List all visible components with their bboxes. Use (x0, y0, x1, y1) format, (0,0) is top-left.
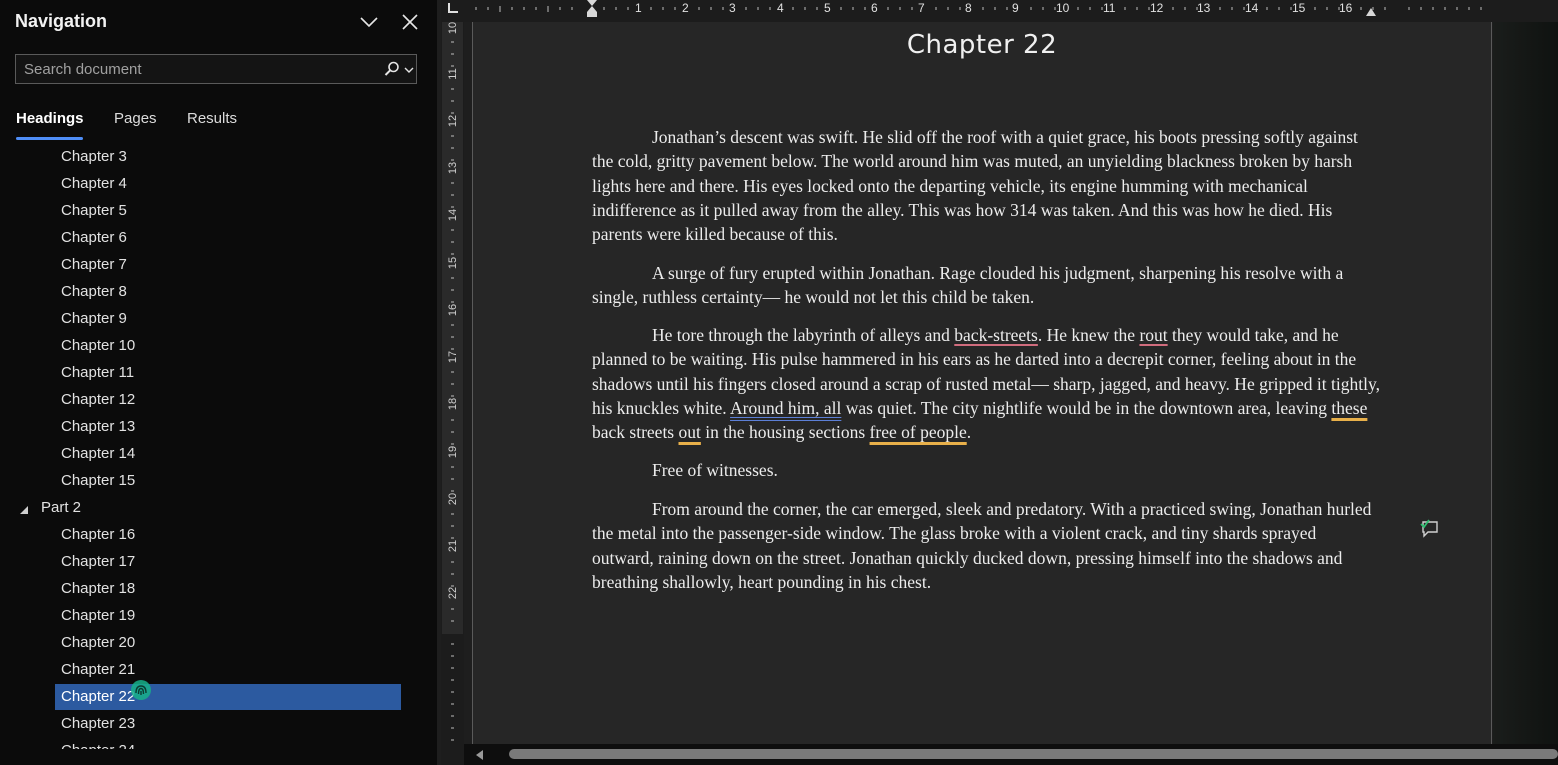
ruler-number: 10 (447, 21, 459, 35)
chapter-heading[interactable]: Chapter 22 (472, 30, 1492, 60)
comment-icon[interactable] (1419, 518, 1441, 538)
close-icon[interactable] (399, 11, 421, 33)
search-options-chevron-icon[interactable] (402, 60, 416, 78)
scrollbar-thumb[interactable] (509, 749, 1558, 759)
paragraph[interactable]: Jonathan’s descent was swift. He slid of… (592, 125, 1382, 246)
ruler-number: 17 (447, 350, 459, 364)
search-box (15, 54, 417, 84)
ruler-number: 22 (447, 586, 459, 600)
search-icon[interactable] (383, 60, 401, 78)
navigation-pane: Navigation Headings Pages Results Chapte… (0, 0, 437, 765)
active-tab-indicator (16, 137, 83, 140)
ruler-number: 12 (447, 114, 459, 128)
collapse-triangle-icon[interactable] (19, 502, 29, 514)
ruler-number: 2 (682, 1, 689, 15)
ruler-number: 10 (1056, 1, 1070, 15)
ruler-number: 16 (1339, 1, 1353, 15)
vertical-ruler (441, 22, 464, 765)
ruler-number: 12 (1150, 1, 1164, 15)
ruler-number: 14 (447, 208, 459, 222)
heading-item[interactable]: Chapter 16 (61, 523, 135, 549)
ruler-number: 20 (447, 492, 459, 506)
heading-item[interactable]: Chapter 17 (61, 550, 135, 576)
text-run: He tore through the labyrinth of alleys … (652, 325, 955, 345)
scroll-left-arrow-icon[interactable] (474, 748, 486, 760)
ruler-number: 14 (1245, 1, 1259, 15)
heading-item[interactable]: Chapter 8 (61, 280, 127, 306)
ruler-number: 11 (447, 68, 459, 80)
heading-item[interactable]: Chapter 7 (61, 253, 127, 279)
fingerprint-icon (130, 679, 152, 701)
ruler-number: 5 (824, 1, 831, 15)
ruler-number: 13 (447, 161, 459, 175)
paragraph-text: From around the corner, the car emerged,… (592, 499, 1372, 592)
tab-results[interactable]: Results (187, 110, 237, 127)
page-background (1493, 22, 1558, 744)
heading-item-part[interactable]: Part 2 (41, 496, 81, 522)
heading-item[interactable]: Chapter 3 (61, 145, 127, 171)
heading-item[interactable]: Chapter 23 (61, 712, 135, 738)
spelling-error[interactable]: rout (1139, 325, 1167, 345)
heading-item[interactable]: Chapter 19 (61, 604, 135, 630)
ruler-number: 21 (447, 539, 459, 553)
ruler-number: 3 (729, 1, 736, 15)
ruler-number: 7 (918, 1, 925, 15)
ruler-number: 11 (1103, 1, 1116, 15)
style-suggestion[interactable]: free of people (870, 422, 967, 442)
heading-item-selected[interactable]: Chapter 22 (61, 685, 135, 711)
heading-item[interactable]: Chapter 18 (61, 577, 135, 603)
paragraph-text: A surge of fury erupted within Jonathan.… (592, 263, 1344, 308)
paragraph[interactable]: From around the corner, the car emerged,… (592, 497, 1382, 594)
text-run: in the housing sections (700, 422, 870, 443)
heading-item[interactable]: Chapter 10 (61, 334, 135, 360)
chevron-down-icon[interactable] (358, 11, 380, 33)
heading-list: Chapter 3 Chapter 4 Chapter 5 Chapter 6 … (0, 145, 437, 749)
nav-pane-title: Navigation (15, 11, 108, 31)
spelling-error[interactable]: back-streets (954, 325, 1038, 345)
text-run: back streets (592, 422, 679, 443)
horizontal-ruler (441, 0, 1558, 22)
heading-item[interactable]: Chapter 13 (61, 415, 135, 441)
style-suggestion[interactable]: these (1331, 398, 1367, 418)
text-run: was quiet. The city nightlife would be i… (841, 397, 1332, 418)
heading-item[interactable]: Chapter 6 (61, 226, 127, 252)
heading-item[interactable]: Chapter 21 (61, 658, 135, 684)
paragraph-text: Jonathan’s descent was swift. He slid of… (592, 127, 1358, 245)
heading-item[interactable]: Chapter 14 (61, 442, 135, 468)
ruler-number: 6 (871, 1, 878, 15)
ruler-number: 15 (447, 256, 459, 270)
paragraph[interactable]: He tore through the labyrinth of alleys … (592, 323, 1382, 444)
ruler-number: 18 (447, 397, 459, 411)
grammar-suggestion[interactable]: Around him, all (730, 398, 841, 418)
text-run: . He knew the (1037, 325, 1140, 345)
ruler-number: 8 (965, 1, 972, 15)
ruler-number: 4 (777, 1, 784, 15)
paragraph-text: Free of witnesses. (652, 460, 778, 480)
heading-item[interactable]: Chapter 20 (61, 631, 135, 657)
heading-item[interactable]: Chapter 5 (61, 199, 127, 225)
tab-pages[interactable]: Pages (114, 110, 157, 127)
ruler-number: 9 (1012, 1, 1019, 15)
paragraph[interactable]: A surge of fury erupted within Jonathan.… (592, 261, 1382, 310)
heading-item[interactable]: Chapter 9 (61, 307, 127, 333)
heading-item[interactable]: Chapter 12 (61, 388, 135, 414)
paragraph[interactable]: Free of witnesses. (592, 458, 1382, 482)
text-run: . (966, 422, 972, 443)
heading-item[interactable]: Chapter 15 (61, 469, 135, 495)
ruler-number: 15 (1292, 1, 1306, 15)
heading-item[interactable]: Chapter 24 (61, 739, 135, 749)
search-input[interactable] (16, 55, 376, 83)
tab-headings[interactable]: Headings (16, 110, 84, 127)
tab-selector-icon[interactable] (448, 3, 458, 13)
heading-item[interactable]: Chapter 4 (61, 172, 127, 198)
ruler-number: 16 (447, 303, 459, 317)
word-window: Navigation Headings Pages Results Chapte… (0, 0, 1558, 765)
ruler-number: 13 (1197, 1, 1211, 15)
ruler-number: 19 (447, 445, 459, 459)
ruler-number: 1 (635, 1, 642, 15)
style-suggestion[interactable]: out (679, 422, 701, 442)
heading-item[interactable]: Chapter 11 (61, 361, 134, 387)
